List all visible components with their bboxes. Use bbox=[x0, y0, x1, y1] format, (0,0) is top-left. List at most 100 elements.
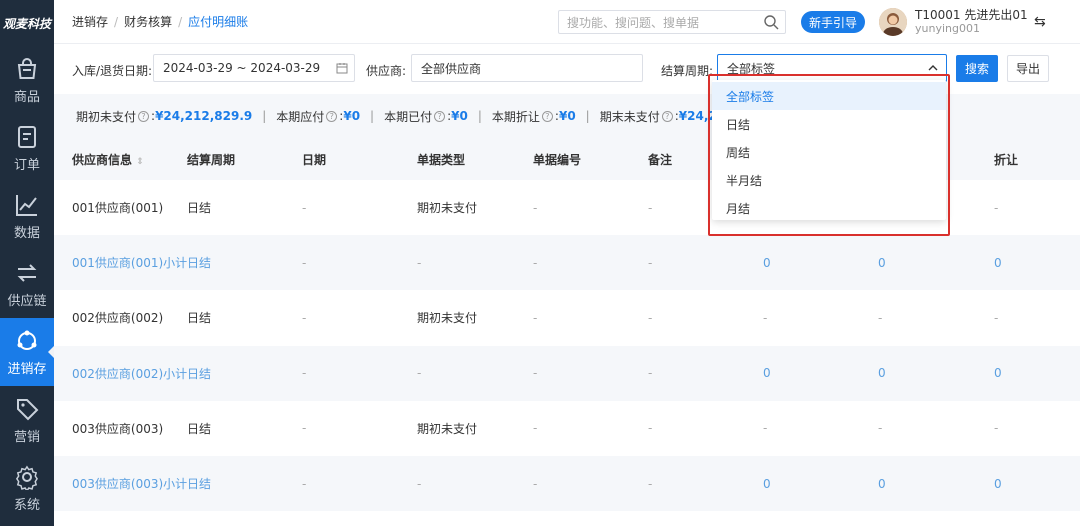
col-date: 日期 bbox=[302, 152, 327, 167]
cell-doc-type: - bbox=[417, 476, 422, 491]
sidebar: 观麦科技 商品 订单 数据 供应链 进销存 营销 系统 bbox=[0, 0, 54, 526]
search-placeholder: 搜功能、搜问题、搜单据 bbox=[567, 15, 700, 30]
breadcrumb-item-finance[interactable]: 财务核算 bbox=[124, 13, 172, 30]
breadcrumb-item-inventory[interactable]: 进销存 bbox=[72, 13, 108, 30]
logo: 观麦科技 bbox=[2, 16, 51, 31]
help-icon[interactable]: ? bbox=[138, 110, 150, 122]
summary-payable: 本期应付 ?: ¥0 bbox=[276, 109, 361, 124]
cell-col7: - bbox=[763, 421, 768, 436]
dropdown-option-weekly[interactable]: 周结 bbox=[712, 138, 946, 166]
dropdown-option-all[interactable]: 全部标签 bbox=[712, 82, 946, 110]
nav-label-orders: 订单 bbox=[13, 157, 40, 173]
cell-cycle: 日结 bbox=[187, 311, 212, 326]
settlement-cycle-dropdown: 全部标签 日结 周结 半月结 月结 bbox=[712, 80, 946, 220]
nav-label-inventory: 进销存 bbox=[7, 361, 47, 377]
nav-label-system: 系统 bbox=[13, 497, 40, 513]
divider: | bbox=[585, 109, 590, 123]
dropdown-option-semimonthly[interactable]: 半月结 bbox=[712, 166, 946, 194]
cell-date: - bbox=[302, 200, 307, 215]
date-label: 入库/退货日期: bbox=[72, 64, 153, 78]
help-icon[interactable]: ? bbox=[661, 110, 673, 122]
avatar[interactable] bbox=[879, 8, 907, 36]
help-icon[interactable]: ? bbox=[541, 110, 553, 122]
cell-date: - bbox=[302, 255, 307, 270]
nav-item-goods[interactable]: 商品 bbox=[0, 46, 54, 114]
dropdown-option-daily[interactable]: 日结 bbox=[712, 110, 946, 138]
cell-col8: - bbox=[878, 310, 883, 325]
switch-arrows-icon[interactable]: ⇆ bbox=[1034, 14, 1050, 30]
nav-item-marketing[interactable]: 营销 bbox=[0, 386, 54, 454]
cell-remark: - bbox=[648, 421, 653, 436]
calendar-icon bbox=[336, 63, 348, 74]
cell-col8: 0 bbox=[878, 255, 886, 270]
col-doc-no: 单据编号 bbox=[533, 152, 582, 167]
global-search-input[interactable]: 搜功能、搜问题、搜单据 bbox=[558, 10, 786, 34]
dropdown-option-monthly[interactable]: 月结 bbox=[712, 194, 946, 222]
cycle-nodes-icon bbox=[17, 330, 37, 350]
cell-discount: 0 bbox=[994, 255, 1002, 270]
order-doc-icon bbox=[18, 125, 36, 148]
cell-discount: - bbox=[994, 310, 999, 325]
cell-doc-type: - bbox=[417, 366, 422, 381]
user-info[interactable]: T10001 先进先出01 yunying001 bbox=[915, 9, 1028, 36]
nav-item-data[interactable]: 数据 bbox=[0, 182, 54, 250]
table-row[interactable]: 002供应商(002) 日结 - 期初未支付 - - - - - bbox=[54, 290, 1080, 345]
cell-discount: - bbox=[994, 421, 999, 436]
supplier-select[interactable]: 全部供应商 bbox=[411, 54, 643, 82]
settlement-cycle-select[interactable]: 全部标签 bbox=[717, 54, 947, 82]
cell-supplier: 002供应商(002)小计 bbox=[72, 366, 188, 381]
cell-date: - bbox=[302, 366, 307, 381]
nav-item-orders[interactable]: 订单 bbox=[0, 114, 54, 182]
nav-item-inventory[interactable]: 进销存 bbox=[0, 318, 54, 386]
breadcrumb-separator: / bbox=[114, 14, 119, 29]
subtotal-row[interactable]: 002供应商(002)小计 日结 - - - - 0 0 0 bbox=[54, 345, 1080, 401]
nav-label-data: 数据 bbox=[13, 225, 40, 241]
supplier-value: 全部供应商 bbox=[421, 61, 482, 76]
chevron-up-icon bbox=[928, 65, 938, 71]
table-row[interactable]: 003供应商(003) 日结 - 期初未支付 - - - - - bbox=[54, 401, 1080, 456]
summary-payable-value: ¥0 bbox=[343, 109, 361, 123]
nav-item-system[interactable]: 系统 bbox=[0, 454, 54, 522]
cell-cycle: 日结 bbox=[187, 201, 212, 216]
help-icon[interactable]: ? bbox=[434, 110, 446, 122]
cell-remark: - bbox=[648, 200, 653, 215]
summary-discount-value: ¥0 bbox=[558, 109, 576, 123]
subtotal-row[interactable]: 001供应商(001)小计 日结 - - - - 0 0 0 bbox=[54, 235, 1080, 291]
breadcrumb-item-current: 应付明细账 bbox=[188, 15, 249, 29]
col-discount: 折让 bbox=[994, 152, 1019, 167]
newbie-guide-button[interactable]: 新手引导 bbox=[801, 11, 865, 33]
breadcrumb: 进销存 / 财务核算 / 应付明细账 bbox=[72, 13, 248, 30]
nav-label-goods: 商品 bbox=[13, 89, 40, 105]
summary-paid: 本期已付 ?: ¥0 bbox=[384, 109, 468, 124]
date-range-picker[interactable]: 2024-03-29 ~ 2024-03-29 bbox=[153, 54, 355, 82]
col-supplier-label: 供应商信息 bbox=[72, 152, 133, 167]
cell-col7: 0 bbox=[763, 366, 771, 381]
export-button[interactable]: 导出 bbox=[1007, 55, 1049, 82]
search-button[interactable]: 搜索 bbox=[956, 55, 998, 82]
summary-payable-label: 本期应付 bbox=[276, 109, 325, 124]
cell-col8: 0 bbox=[878, 476, 886, 491]
avatar-image bbox=[879, 8, 907, 36]
subtotal-row[interactable]: 003供应商(003)小计 日结 - - - - 0 0 0 bbox=[54, 455, 1080, 512]
cell-supplier: 003供应商(003)小计 bbox=[72, 477, 188, 492]
col-doc-type: 单据类型 bbox=[417, 152, 466, 167]
help-icon[interactable]: ? bbox=[326, 110, 338, 122]
nav-label-supply-chain: 供应链 bbox=[7, 293, 47, 309]
sort-icon[interactable]: ⇕ bbox=[136, 157, 144, 167]
nav-item-supply-chain[interactable]: 供应链 bbox=[0, 250, 54, 318]
user-id: yunying001 bbox=[915, 22, 980, 35]
exchange-arrows-icon bbox=[17, 263, 37, 282]
cell-date: - bbox=[302, 476, 307, 491]
cell-cycle: 日结 bbox=[187, 366, 212, 381]
search-icon[interactable] bbox=[763, 14, 779, 30]
summary-paid-value: ¥0 bbox=[451, 109, 468, 123]
cell-doc-no: - bbox=[533, 255, 538, 270]
col-supplier[interactable]: 供应商信息 ⇕ bbox=[72, 151, 144, 168]
line-chart-icon bbox=[16, 194, 37, 216]
cell-doc-type: 期初未支付 bbox=[417, 421, 478, 436]
cell-supplier: 001供应商(001)小计 bbox=[72, 256, 188, 271]
cell-supplier: 002供应商(002) bbox=[72, 311, 164, 326]
summary-opening-label: 期初未支付 bbox=[76, 109, 137, 124]
summary-opening-value: ¥24,212,829.9 bbox=[155, 109, 253, 123]
cell-doc-type: 期初未支付 bbox=[417, 311, 478, 326]
